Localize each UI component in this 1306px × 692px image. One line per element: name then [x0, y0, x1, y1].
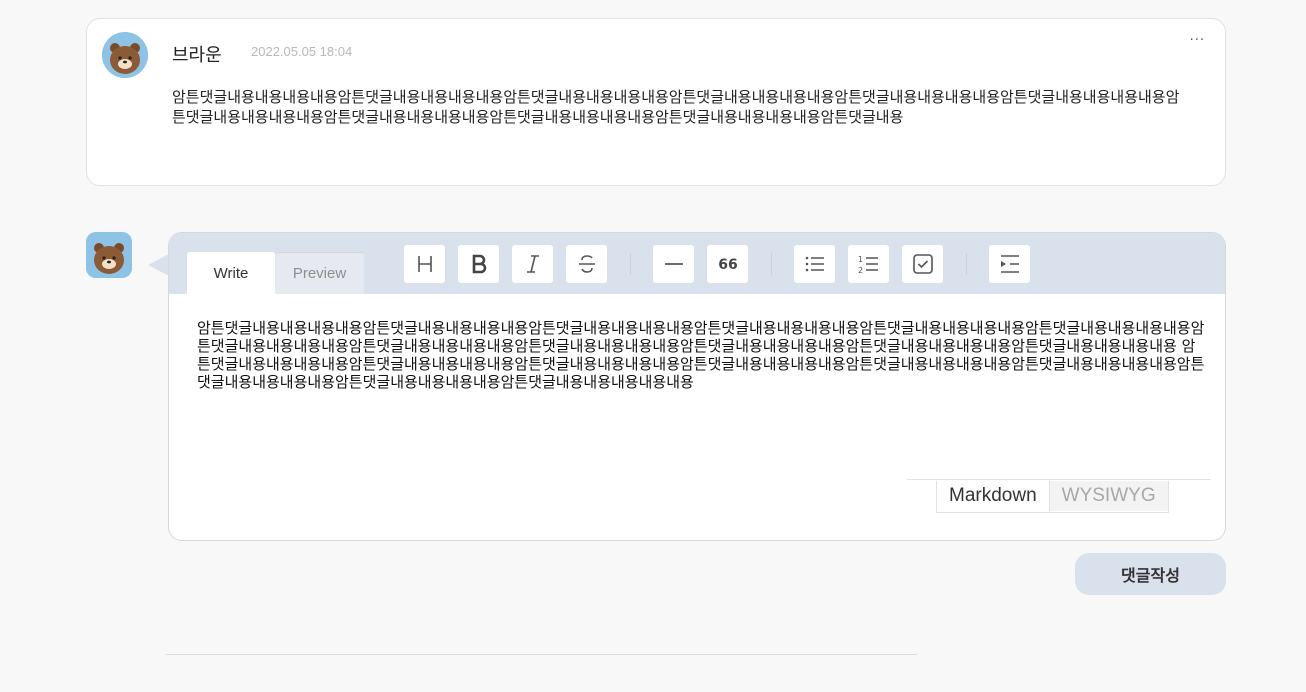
horizontal-line-icon: [664, 263, 683, 265]
ordered-list-icon: 12: [858, 255, 878, 275]
italic-icon: [526, 255, 539, 273]
editor-text-area[interactable]: 암튼댓글내용내용내용내용암튼댓글내용내용내용내용암튼댓글내용내용내용내용암튼댓글…: [197, 319, 1207, 391]
tab-preview[interactable]: Preview: [275, 252, 364, 294]
editor-toolbar: Write Preview 66 12: [169, 233, 1225, 294]
markdown-mode-button[interactable]: Markdown: [937, 481, 1049, 511]
tab-write[interactable]: Write: [187, 252, 275, 294]
comment-date: 2022.05.05 18:04: [251, 44, 353, 59]
mode-switch-line: [907, 479, 1211, 480]
task-list-button[interactable]: [902, 245, 943, 283]
toolbar-divider: [630, 253, 631, 275]
bold-icon: [472, 254, 486, 274]
strikethrough-icon: [578, 255, 595, 273]
strikethrough-button[interactable]: [566, 245, 607, 283]
toolbar-divider: [966, 253, 967, 275]
horizontal-line-button[interactable]: [653, 245, 694, 283]
indent-icon: [1000, 255, 1019, 273]
wysiwyg-mode-button[interactable]: WYSIWYG: [1048, 481, 1168, 511]
comment-card: 브라운 2022.05.05 18:04 ··· 암튼댓글내용내용내용내용암튼댓…: [86, 18, 1226, 186]
writer-avatar-icon: [86, 232, 132, 278]
brown-bear-avatar-icon: [102, 32, 148, 78]
bullet-list-icon: [805, 256, 824, 272]
toolbar-divider: [771, 253, 772, 275]
comment-author: 브라운: [172, 45, 222, 66]
comment-editor: Write Preview 66 12 암튼댓글내용내용내용내용암튼댓글내용내용…: [168, 232, 1226, 541]
more-options-icon[interactable]: ···: [1190, 33, 1205, 48]
quote-button[interactable]: 66: [707, 245, 748, 283]
svg-text:2: 2: [858, 266, 863, 275]
quote-icon: 66: [718, 257, 737, 273]
svg-text:1: 1: [858, 255, 863, 264]
heading-button[interactable]: [404, 245, 445, 283]
italic-button[interactable]: [512, 245, 553, 283]
ordered-list-button[interactable]: 12: [848, 245, 889, 283]
bullet-list-button[interactable]: [794, 245, 835, 283]
heading-icon: [417, 256, 432, 272]
bottom-divider: [166, 654, 917, 655]
editor-bubble-tail: [148, 254, 169, 276]
indent-button[interactable]: [989, 245, 1030, 283]
comment-body: 암튼댓글내용내용내용내용암튼댓글내용내용내용내용암튼댓글내용내용내용내용암튼댓글…: [172, 88, 1180, 126]
submit-comment-button[interactable]: 댓글작성: [1075, 553, 1226, 595]
task-list-icon: [912, 254, 933, 274]
bold-button[interactable]: [458, 245, 499, 283]
svg-text:66: 66: [718, 257, 737, 273]
mode-switch: Markdown WYSIWYG: [936, 481, 1169, 513]
